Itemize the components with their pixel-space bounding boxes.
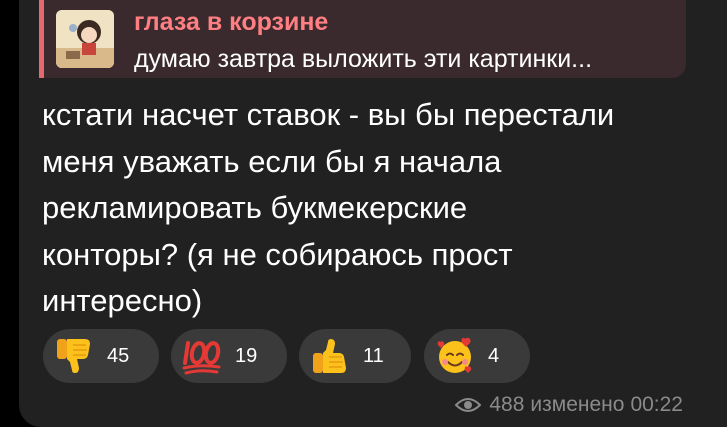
reply-accent-bar [39, 0, 44, 78]
reaction-count: 4 [488, 345, 500, 367]
reaction-hundred-points[interactable]: 19 [171, 329, 287, 383]
reaction-thumbs-down[interactable]: 45 [43, 329, 159, 383]
edited-label: изменено [530, 393, 625, 416]
reaction-count: 11 [363, 345, 384, 367]
thumbs-up-icon [313, 339, 346, 373]
reaction-count: 45 [107, 345, 130, 367]
smiling-face-with-hearts-icon [437, 337, 472, 373]
view-count: 488 [489, 393, 525, 416]
reaction-thumbs-up[interactable]: 11 [299, 329, 411, 383]
eye-icon [455, 398, 482, 412]
reply-thumbnail[interactable] [56, 10, 114, 68]
reply-preview[interactable]: глаза в корзине думаю завтра выложить эт… [39, 0, 686, 78]
reply-text: думаю завтра выложить эти картинки... [134, 45, 593, 73]
message-line: конторы? (я не собираюсь прост [42, 236, 513, 272]
message-text: кстати насчет ставок - вы бы перестали м… [42, 92, 702, 325]
reaction-count: 19 [235, 345, 258, 367]
reaction-smiling-face-with-hearts[interactable]: 4 [424, 329, 530, 383]
hundred-points-icon [182, 341, 221, 375]
message-line: меня уважать если бы я начала [42, 143, 502, 179]
message-meta: 488 изменено 00:22 [455, 393, 683, 417]
reply-author: глаза в корзине [134, 8, 329, 36]
message-line: кстати насчет ставок - вы бы перестали [42, 97, 615, 132]
message-time: 00:22 [630, 393, 683, 416]
thumbs-down-icon [57, 339, 90, 373]
message-line: интересно) [42, 283, 203, 318]
message-line: рекламировать букмекерские [42, 190, 468, 225]
